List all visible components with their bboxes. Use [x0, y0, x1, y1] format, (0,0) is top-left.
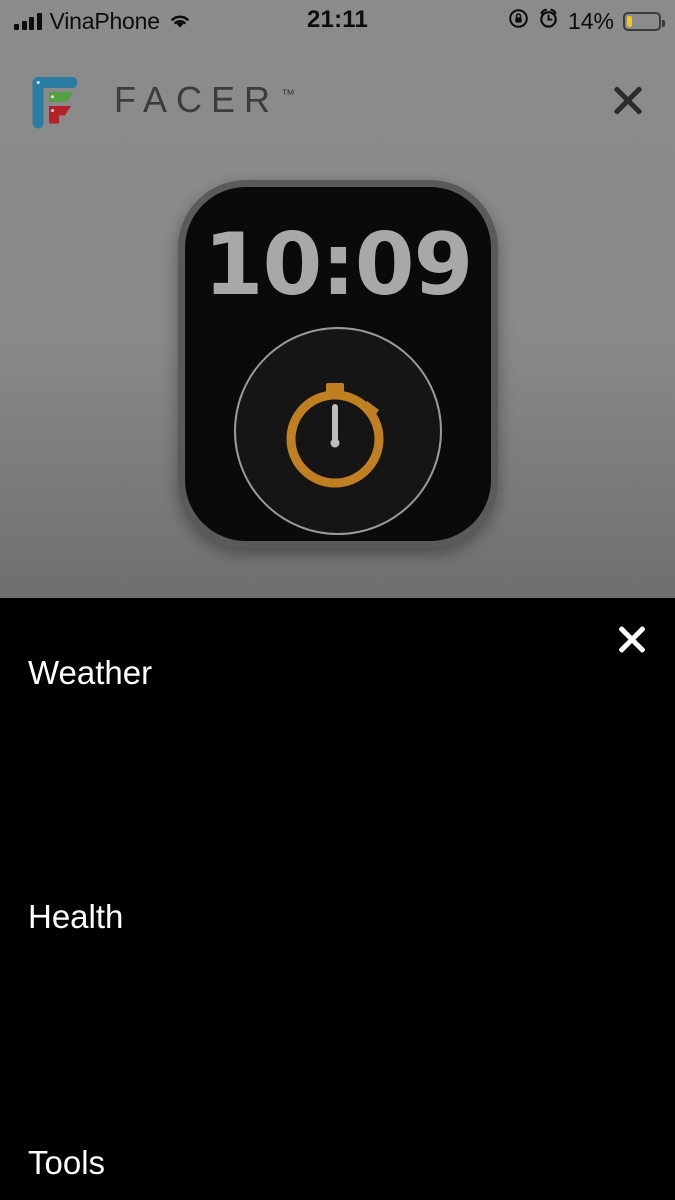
brand-title: FACER ™: [114, 79, 296, 120]
status-bar-clock: 21:11: [306, 6, 369, 33]
status-bar: VinaPhone 21:11 14%: [0, 0, 675, 42]
watch-complication-slot[interactable]: [234, 327, 442, 535]
app-header: FACER ™: [0, 55, 675, 145]
app-root: VinaPhone 21:11 14% FACER ™ 10:09 Weathe…: [0, 0, 675, 1200]
stopwatch-icon: [273, 363, 403, 500]
complication-picker-sheet: Weather Health Tools: [0, 598, 675, 1200]
section-title-weather: Weather: [28, 654, 153, 691]
section-title-health: Health: [28, 898, 124, 935]
close-icon[interactable]: [613, 620, 651, 658]
watch-preview[interactable]: 10:09: [178, 180, 498, 548]
facer-logo-icon: [26, 71, 88, 129]
close-icon[interactable]: [607, 79, 649, 121]
trademark-mark: ™: [281, 86, 296, 102]
section-title-tools: Tools: [28, 1144, 106, 1181]
watch-time-label: 10:09: [203, 215, 474, 315]
battery-low-icon: [623, 11, 665, 31]
